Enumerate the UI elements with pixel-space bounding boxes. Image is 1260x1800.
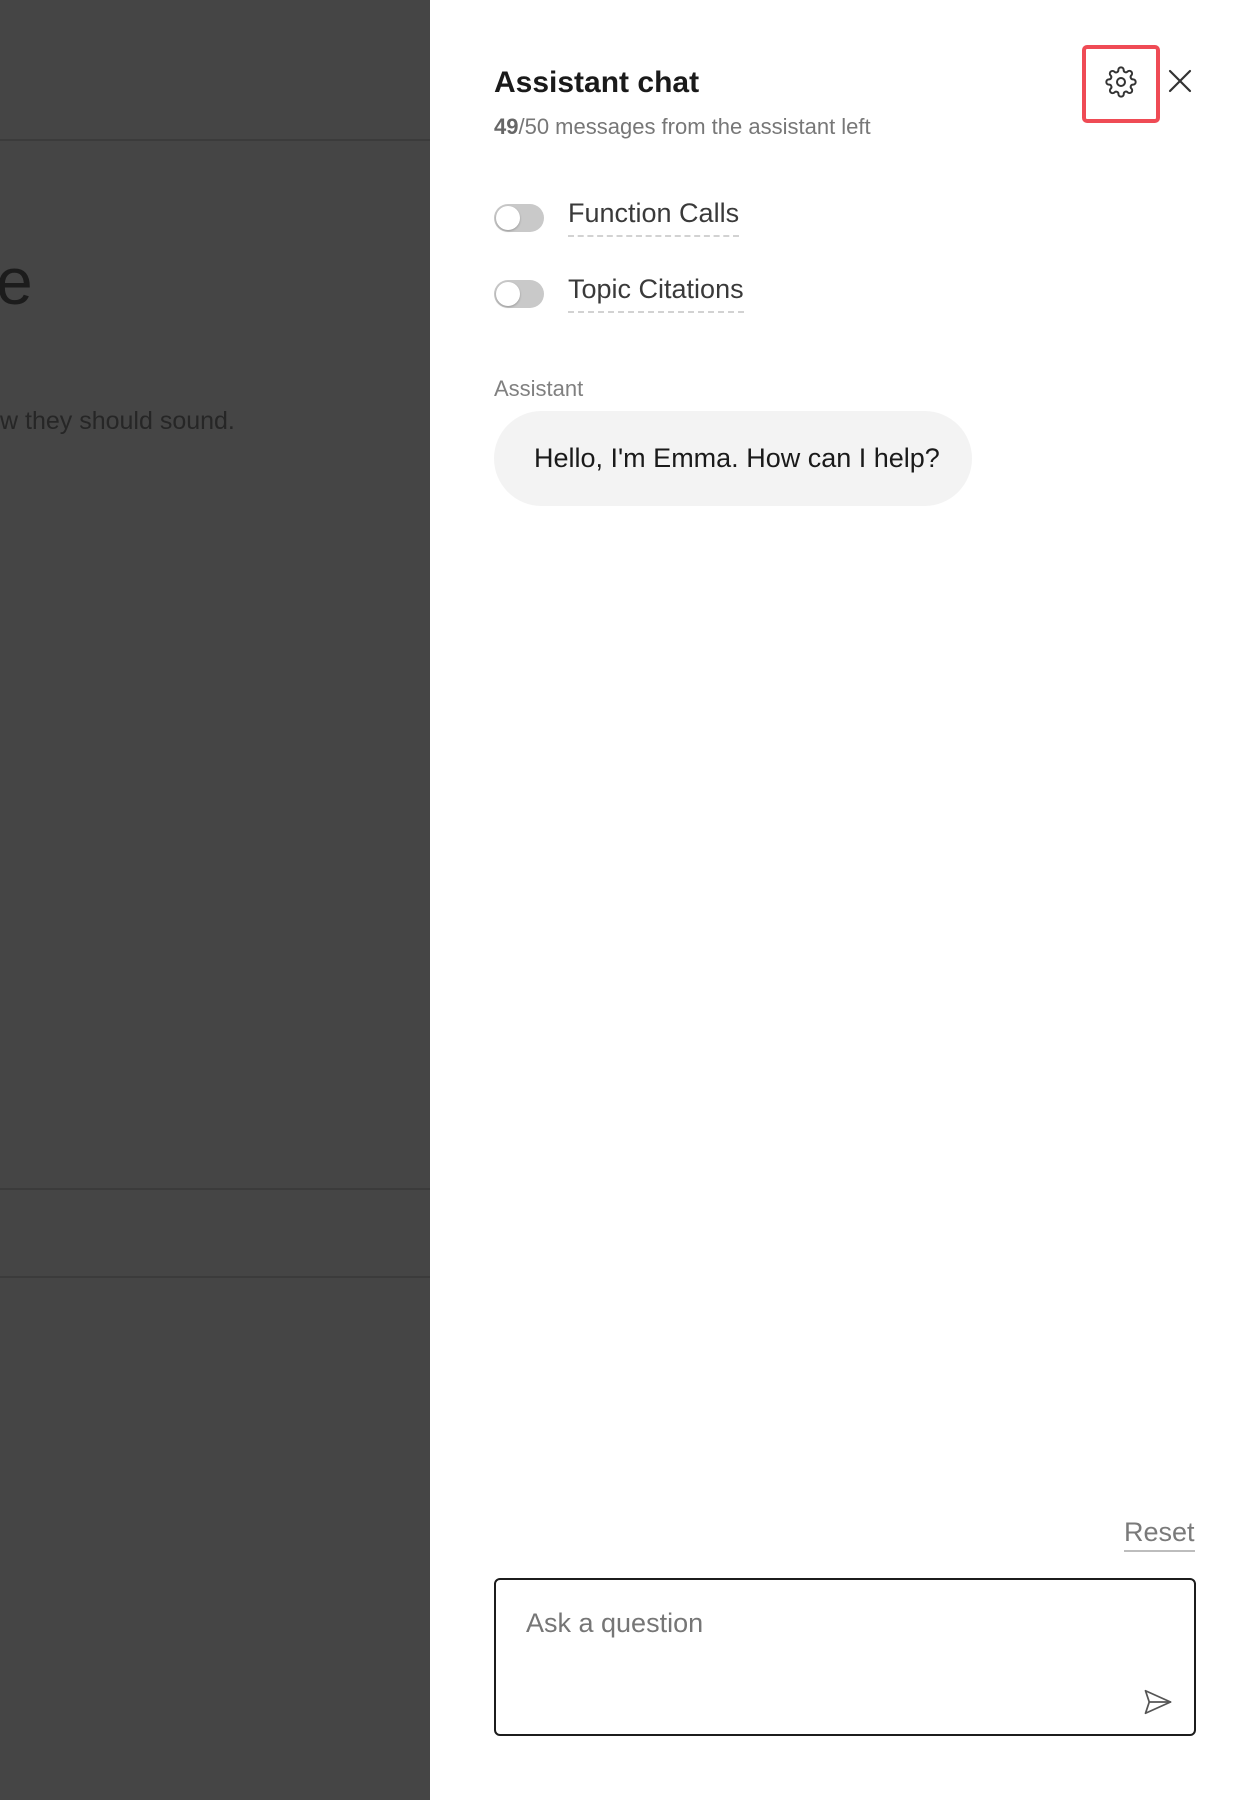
question-input[interactable] [526, 1598, 1126, 1648]
toggle-knob [496, 281, 520, 306]
toggle-row-function-calls: Function Calls [494, 198, 740, 237]
close-button[interactable] [1163, 66, 1197, 100]
question-input-container [494, 1578, 1196, 1736]
toggle-knob [496, 205, 520, 230]
quota-rest: /50 messages from the assistant left [518, 114, 871, 139]
reset-button[interactable]: Reset [1124, 1517, 1195, 1552]
panel-title: Assistant chat [494, 66, 700, 99]
background-page: e w they should sound. [0, 0, 430, 1800]
background-divider [0, 1188, 430, 1190]
function-calls-label[interactable]: Function Calls [568, 198, 740, 237]
send-button[interactable] [1140, 1686, 1176, 1722]
assistant-message-text: Hello, I'm Emma. How can I help? [534, 443, 940, 473]
settings-button[interactable] [1082, 45, 1160, 123]
message-quota: 49/50 messages from the assistant left [494, 114, 871, 140]
assistant-chat-panel: Assistant chat 49/50 messages from the a… [430, 0, 1260, 1800]
gear-icon [1105, 65, 1137, 103]
toggle-row-topic-citations: Topic Citations [494, 274, 744, 313]
background-divider [0, 139, 430, 141]
close-icon [1168, 69, 1192, 98]
background-divider [0, 1276, 430, 1278]
send-icon [1143, 1687, 1173, 1722]
message-sender-label: Assistant [494, 376, 584, 401]
topic-citations-toggle[interactable] [494, 279, 544, 308]
background-text-fragment: w they should sound. [0, 407, 235, 435]
background-heading-fragment: e [0, 244, 33, 318]
quota-used: 49 [494, 114, 519, 139]
function-calls-toggle[interactable] [494, 203, 544, 232]
assistant-message-bubble: Hello, I'm Emma. How can I help? [494, 411, 972, 506]
topic-citations-label[interactable]: Topic Citations [568, 274, 744, 313]
